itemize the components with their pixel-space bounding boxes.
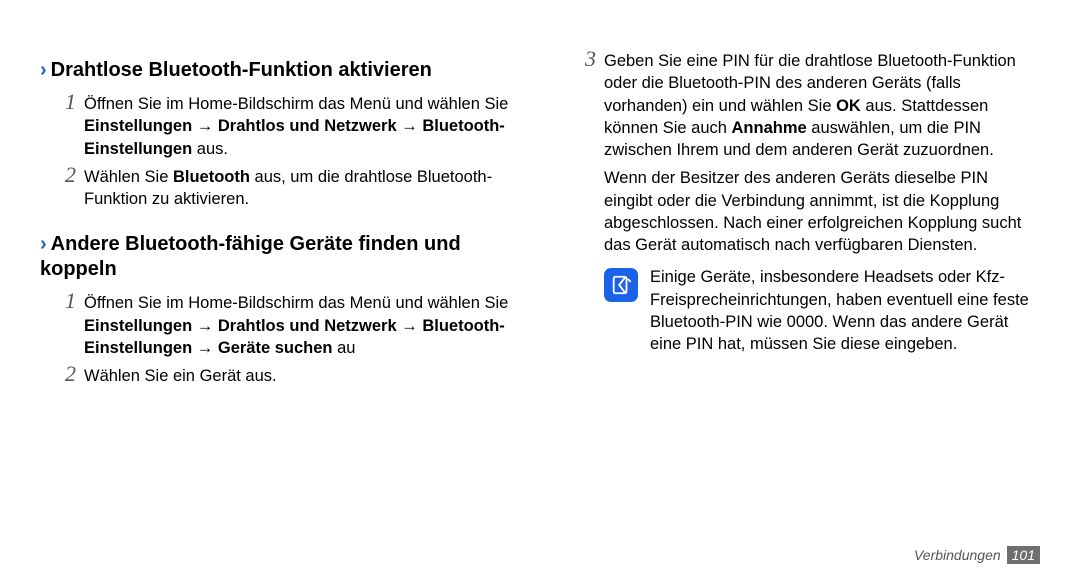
step-1: 1 Öffnen Sie im Home-Bildschirm das Menü… — [58, 93, 520, 160]
step-number: 1 — [58, 91, 76, 158]
text-bold: Annahme — [732, 119, 807, 137]
arrow-sep: → — [192, 117, 218, 135]
page-number: 101 — [1007, 546, 1040, 564]
menu-path: Drahtlos und Netzwerk — [218, 317, 397, 335]
continuation-paragraph: Wenn der Besitzer des anderen Geräts die… — [604, 167, 1040, 256]
step-body: Öffnen Sie im Home-Bildschirm das Menü u… — [84, 93, 520, 160]
step-body: Wählen Sie ein Gerät aus. — [84, 365, 520, 387]
right-column: 3 Geben Sie eine PIN für die drahtlose B… — [560, 50, 1040, 393]
step-1: 1 Öffnen Sie im Home-Bildschirm das Menü… — [58, 292, 520, 359]
footer-section-label: Verbindungen — [914, 547, 1001, 563]
arrow-sep: → — [192, 339, 218, 357]
step-2: 2 Wählen Sie Bluetooth aus, um die draht… — [58, 166, 520, 211]
step-body: Geben Sie eine PIN für die drahtlose Blu… — [604, 50, 1040, 161]
step-number: 1 — [58, 290, 76, 357]
chevron-right-icon: › — [40, 233, 47, 255]
text: Wählen Sie — [84, 168, 173, 186]
text: aus. — [192, 140, 228, 158]
section-heading-pair: ›Andere Bluetooth-fähige Geräte finden u… — [40, 232, 520, 282]
step-number: 2 — [58, 363, 76, 385]
arrow-sep: → — [192, 317, 218, 335]
menu-path: Einstellungen — [84, 117, 192, 135]
info-note: Einige Geräte, insbesondere Headsets ode… — [604, 266, 1040, 355]
section-heading-activate: ›Drahtlose Bluetooth-Funktion aktivieren — [40, 58, 520, 83]
left-column: ›Drahtlose Bluetooth-Funktion aktivieren… — [40, 50, 520, 393]
menu-path: Drahtlos und Netzwerk — [218, 117, 397, 135]
step-body: Öffnen Sie im Home-Bildschirm das Menü u… — [84, 292, 520, 359]
two-column-layout: ›Drahtlose Bluetooth-Funktion aktivieren… — [40, 50, 1040, 393]
chevron-right-icon: › — [40, 59, 47, 81]
step-2: 2 Wählen Sie ein Gerät aus. — [58, 365, 520, 387]
menu-path: Einstellungen — [84, 317, 192, 335]
menu-path: Geräte suchen — [218, 339, 333, 357]
text: au — [333, 339, 356, 357]
step-number: 2 — [58, 164, 76, 209]
step-body: Wählen Sie Bluetooth aus, um die drahtlo… — [84, 166, 520, 211]
heading-text: Drahtlose Bluetooth-Funktion aktivieren — [51, 59, 432, 81]
step-3: 3 Geben Sie eine PIN für die drahtlose B… — [578, 50, 1040, 161]
note-icon — [604, 268, 638, 302]
step-number: 3 — [578, 48, 596, 159]
text: Öffnen Sie im Home-Bildschirm das Menü u… — [84, 95, 508, 113]
text: Öffnen Sie im Home-Bildschirm das Menü u… — [84, 294, 508, 312]
page-footer: Verbindungen 101 — [914, 546, 1040, 564]
arrow-sep: → — [397, 117, 423, 135]
arrow-sep: → — [397, 317, 423, 335]
text-bold: OK — [836, 97, 861, 115]
heading-text: Andere Bluetooth-fähige Geräte finden un… — [40, 233, 461, 280]
text-bold: Bluetooth — [173, 168, 250, 186]
note-body: Einige Geräte, insbesondere Headsets ode… — [650, 266, 1040, 355]
